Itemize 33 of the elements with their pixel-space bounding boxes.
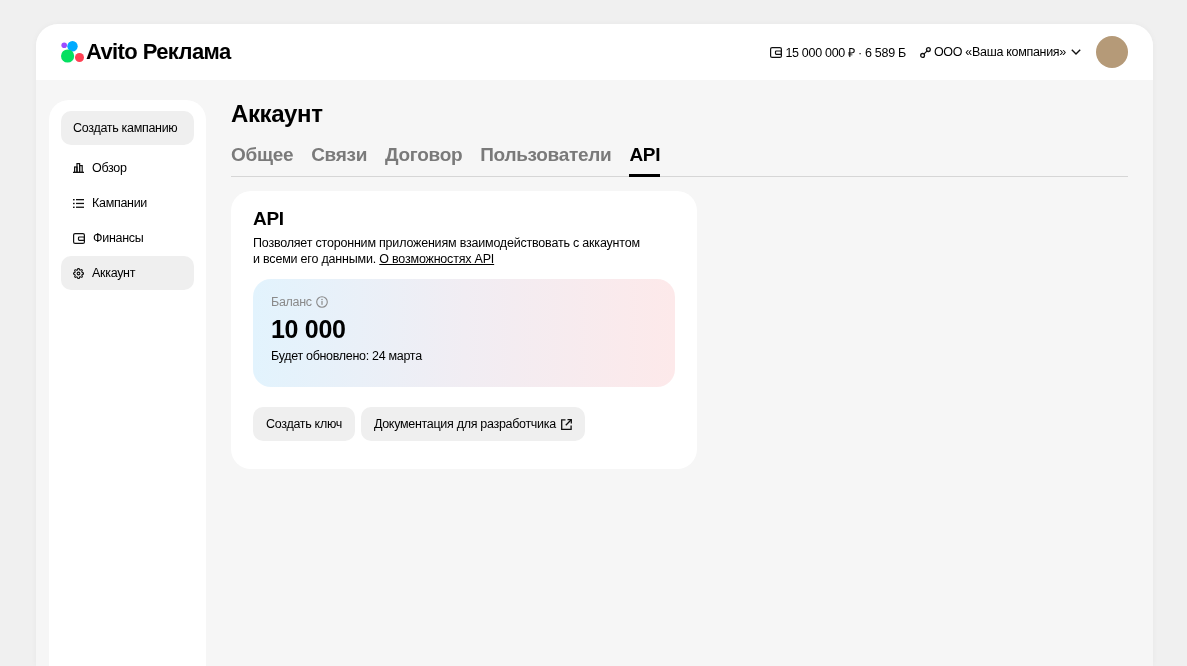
- tab[interactable]: Договор: [385, 140, 463, 177]
- card-description: Позволяет сторонним приложениям взаимодействовать с аккаунтом и всеми его данными. О возможностях API: [253, 235, 641, 267]
- company-selector[interactable]: ООО «Ваша компания»: [919, 45, 1081, 59]
- sidebar-item[interactable]: Обзор: [61, 151, 194, 185]
- list-icon: [73, 198, 84, 208]
- external-link-icon: [560, 418, 572, 430]
- create-key-button[interactable]: Создать ключ: [253, 407, 355, 441]
- balance-value: 10 000: [271, 314, 347, 344]
- developer-docs-button[interactable]: Документация для разработчика: [360, 407, 585, 441]
- balance-update-note: Будет обновлено: 24 марта: [271, 349, 423, 363]
- chevron-down-icon: [1071, 49, 1081, 55]
- sidebar-item[interactable]: Кампании: [61, 186, 194, 220]
- sidebar-item[interactable]: Аккаунт: [61, 256, 194, 290]
- sidebar-item[interactable]: Финансы: [61, 221, 194, 255]
- info-icon[interactable]: [315, 296, 328, 308]
- wallet-icon: [73, 232, 85, 244]
- tab[interactable]: Связи: [311, 140, 368, 177]
- card-title: API: [253, 207, 285, 231]
- balance-label: Баланс: [271, 295, 312, 309]
- wallet-icon: [770, 46, 783, 58]
- create-campaign-button[interactable]: Создать кампанию: [61, 111, 194, 145]
- avatar[interactable]: [1096, 36, 1128, 68]
- tab[interactable]: API: [629, 140, 661, 177]
- balance-text: 15 000 000 ₽ · 6 589 Б: [785, 44, 906, 61]
- tab[interactable]: Общее: [231, 140, 294, 177]
- logo-text: Avito Реклама: [86, 39, 231, 65]
- tab[interactable]: Пользователи: [480, 140, 612, 177]
- page-title: Аккаунт: [231, 100, 324, 128]
- link-icon: [919, 46, 931, 58]
- api-info-link[interactable]: О возможностях API: [379, 252, 495, 266]
- logo-icon: [61, 41, 85, 63]
- bar-chart-icon: [73, 163, 84, 173]
- settings-icon: [73, 267, 84, 279]
